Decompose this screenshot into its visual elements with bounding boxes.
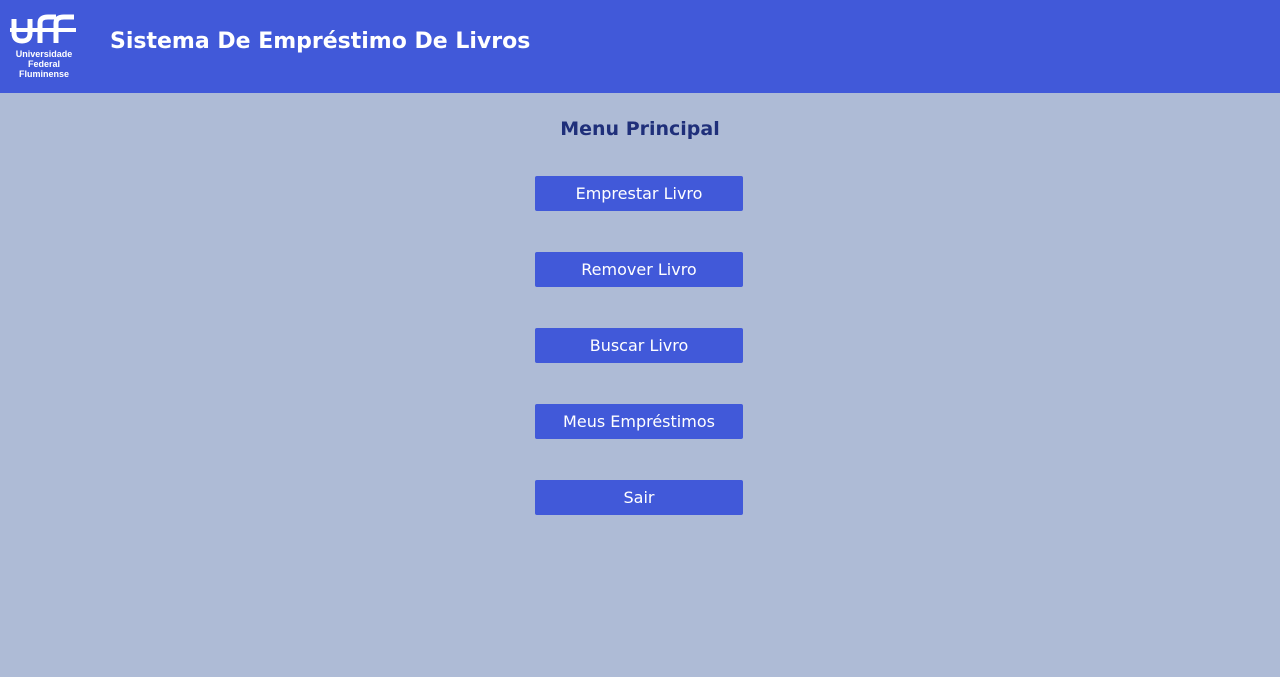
menu-title: Menu Principal xyxy=(560,118,720,140)
app-title: Sistema De Empréstimo De Livros xyxy=(110,29,531,54)
uff-logo-mark xyxy=(10,14,76,44)
logo-line: Federal xyxy=(27,59,60,69)
logo-text: Universidade Federal Fluminense xyxy=(10,49,78,79)
logo-line: Universidade xyxy=(15,49,73,59)
logo-line: Fluminense xyxy=(18,69,69,79)
main-menu: Emprestar Livro Remover Livro Buscar Liv… xyxy=(535,176,743,556)
meus-emprestimos-button[interactable]: Meus Empréstimos xyxy=(535,404,743,439)
sair-button[interactable]: Sair xyxy=(535,480,743,515)
emprestar-livro-button[interactable]: Emprestar Livro xyxy=(535,176,743,211)
app-header: Universidade Federal Fluminense Sistema … xyxy=(0,0,1280,93)
buscar-livro-button[interactable]: Buscar Livro xyxy=(535,328,743,363)
uff-logo: Universidade Federal Fluminense xyxy=(10,13,78,83)
remover-livro-button[interactable]: Remover Livro xyxy=(535,252,743,287)
